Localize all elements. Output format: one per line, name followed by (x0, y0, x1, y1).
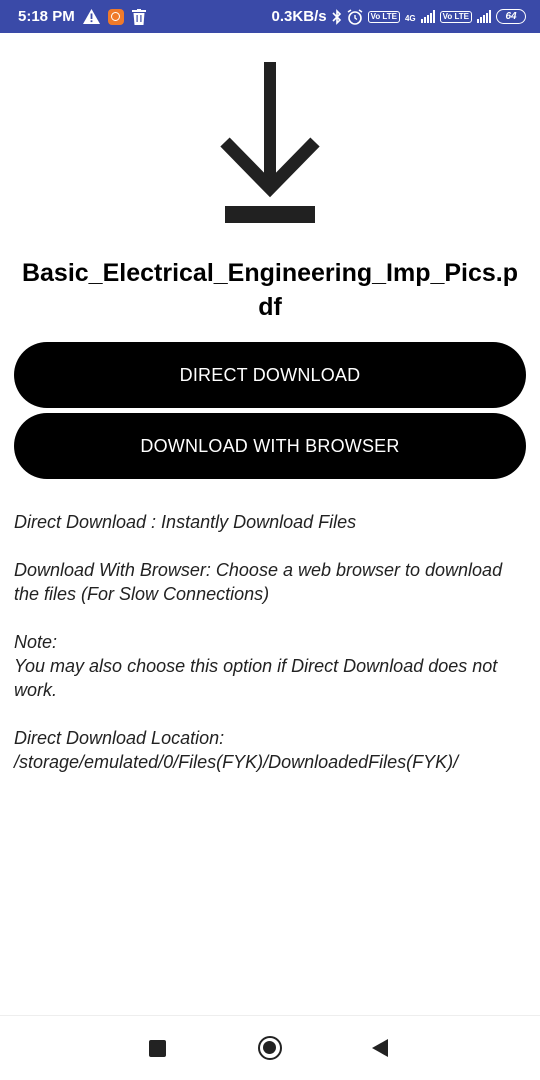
status-bar: 5:18 PM 0.3KB/s Vo LTE 4G Vo LTE 64 (0, 0, 540, 33)
warning-icon (82, 9, 100, 24)
home-icon[interactable] (258, 1036, 282, 1060)
app-notification-icon (107, 8, 124, 25)
signal-icon (420, 10, 435, 23)
trash-icon (131, 8, 146, 25)
download-arrow-icon (215, 58, 325, 228)
browser-download-description: Download With Browser: Choose a web brow… (14, 560, 503, 604)
location-title: Direct Download Location: (14, 728, 225, 748)
back-icon[interactable] (372, 1039, 388, 1057)
navigation-bar (0, 1015, 540, 1080)
network-type-label: 4G (404, 14, 416, 23)
battery-icon: 64 (496, 9, 526, 24)
volte-icon: Vo LTE (367, 10, 400, 23)
location-path: /storage/emulated/0/Files(FYK)/Downloade… (14, 752, 459, 772)
location-section: Direct Download Location: /storage/emula… (14, 726, 530, 774)
download-with-browser-button[interactable]: DOWNLOAD WITH BROWSER (14, 413, 526, 479)
recents-icon[interactable] (149, 1040, 166, 1057)
note-title: Note: (14, 632, 58, 652)
direct-download-description: Direct Download : Instantly Download Fil… (14, 512, 357, 532)
net-speed: 0.3KB/s (271, 8, 327, 25)
file-name: Basic_Electrical_Engineering_Imp_Pics.pd… (21, 259, 519, 321)
status-time: 5:18 PM (18, 8, 75, 25)
volte-icon-2: Vo LTE (439, 10, 472, 23)
note-section: Note: You may also choose this option if… (14, 630, 530, 702)
signal-icon-2 (477, 10, 491, 23)
bluetooth-icon (332, 8, 342, 25)
direct-download-button[interactable]: DIRECT DOWNLOAD (14, 342, 526, 408)
note-body: You may also choose this option if Direc… (14, 656, 498, 700)
alarm-icon (347, 8, 363, 25)
